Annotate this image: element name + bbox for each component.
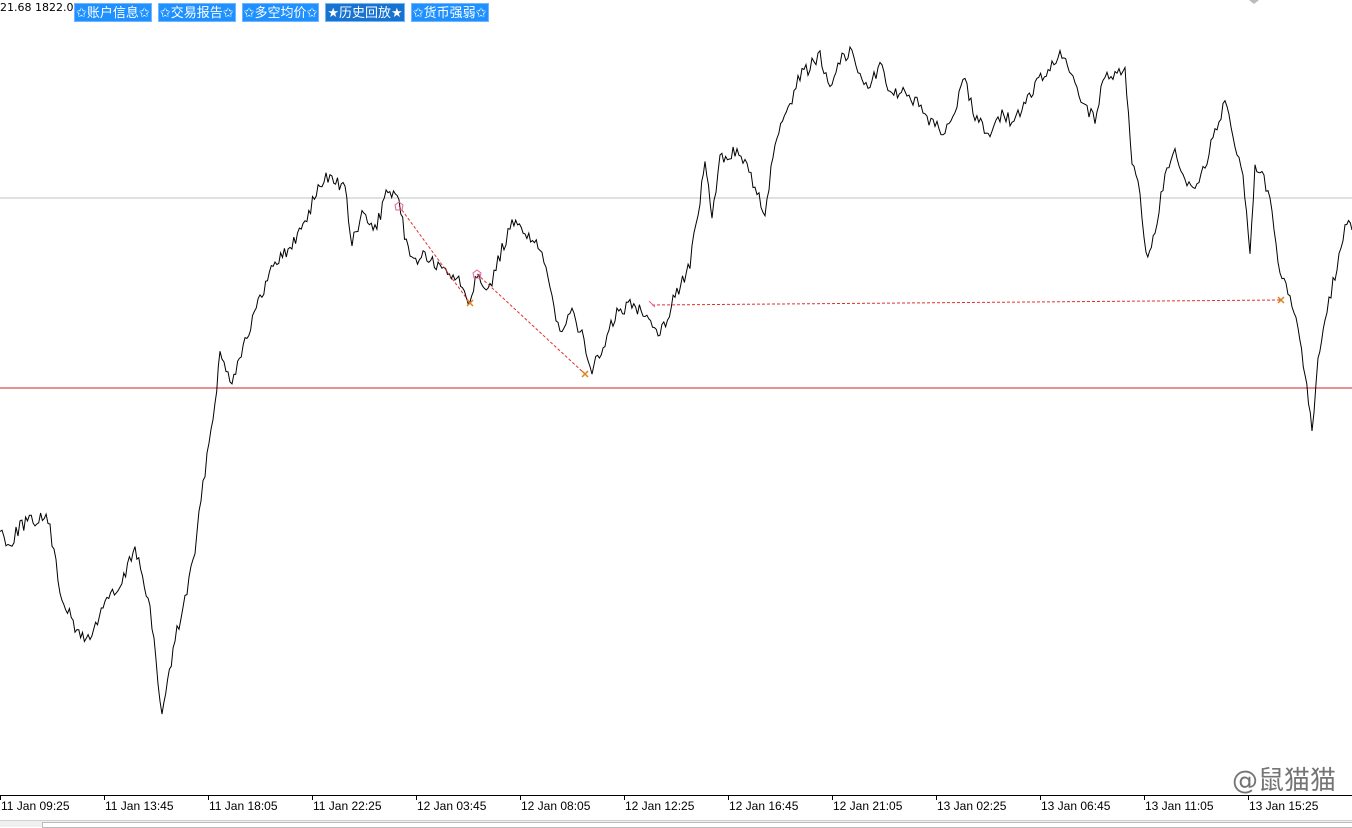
x-label: 11 Jan 22:25 <box>313 799 382 813</box>
account-info-button[interactable]: ✩账户信息✩ <box>74 3 152 22</box>
toolbar: ✩账户信息✩ ✩交易报告✩ ✩多空均价✩ ★历史回放★ ✩货币强弱✩ <box>74 3 489 22</box>
x-label: 12 Jan 16:45 <box>729 799 799 813</box>
x-tick <box>832 796 833 800</box>
x-tick <box>728 796 729 800</box>
price-readout: 21.68 1822.0 <box>0 1 74 14</box>
x-label: 12 Jan 21:05 <box>833 799 903 813</box>
x-label: 12 Jan 12:25 <box>625 799 695 813</box>
trade-line-2 <box>476 273 586 375</box>
x-label: 11 Jan 13:45 <box>105 799 174 813</box>
x-tick <box>1144 796 1145 800</box>
x-label: 12 Jan 08:05 <box>521 799 591 813</box>
x-tick <box>624 796 625 800</box>
x-label: 11 Jan 18:05 <box>209 799 278 813</box>
trade-line-3 <box>651 299 1282 306</box>
x-tick <box>0 796 1 800</box>
entry-marker-3[interactable] <box>648 300 656 308</box>
exit-marker-2[interactable] <box>581 370 589 378</box>
long-short-avg-button[interactable]: ✩多空均价✩ <box>241 3 320 22</box>
chart-tab-strip[interactable] <box>42 822 1352 828</box>
x-axis-line <box>0 795 1352 796</box>
x-label: 11 Jan 09:25 <box>1 799 70 813</box>
currency-strength-button[interactable]: ✩货币强弱✩ <box>410 3 489 22</box>
x-tick <box>520 796 521 800</box>
x-label: 13 Jan 06:45 <box>1041 799 1111 813</box>
x-label: 13 Jan 11:05 <box>1145 799 1214 813</box>
trade-lines <box>398 205 1282 375</box>
price-line <box>0 45 1352 715</box>
trade-report-button[interactable]: ✩交易报告✩ <box>157 3 236 22</box>
price-chart[interactable] <box>0 0 1352 826</box>
x-tick <box>1040 796 1041 800</box>
x-tick <box>104 796 105 800</box>
watermark: @鼠猫猫 <box>1231 766 1336 796</box>
history-replay-button[interactable]: ★历史回放★ <box>325 3 405 22</box>
trade-markers <box>394 201 1285 378</box>
x-label: 13 Jan 15:25 <box>1249 799 1319 813</box>
x-label: 12 Jan 03:45 <box>417 799 487 813</box>
x-label: 13 Jan 02:25 <box>937 799 1007 813</box>
corner-arrow-icon[interactable] <box>1248 0 1260 5</box>
x-tick <box>936 796 937 800</box>
x-tick <box>312 796 313 800</box>
x-tick <box>208 796 209 800</box>
x-axis-labels: 11 Jan 09:25 11 Jan 13:45 11 Jan 18:05 1… <box>0 797 1352 817</box>
x-tick <box>416 796 417 800</box>
